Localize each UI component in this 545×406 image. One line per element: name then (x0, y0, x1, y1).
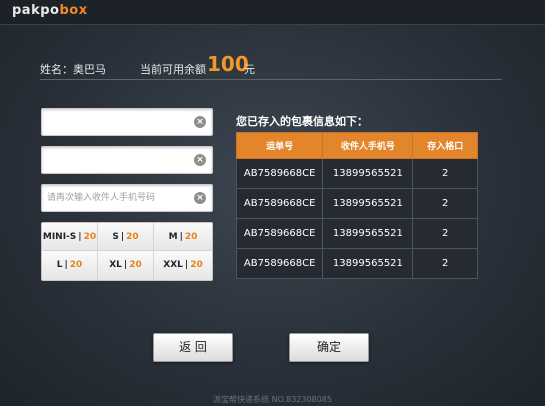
size-label: XL (109, 260, 122, 270)
tracking-number-cell: AB7589668CE (235, 218, 324, 249)
footer-text: 派宝帮快递系统 NO.832308085 (213, 395, 332, 404)
balance-value: 100 (207, 52, 249, 76)
phone-confirm-input[interactable] (47, 189, 187, 207)
locker-cell: 2 (412, 158, 478, 189)
phone-cell: 13899565521 (322, 218, 414, 249)
size-option-xxl[interactable]: XXL | 20 (154, 251, 212, 280)
tracking-number-input[interactable] (47, 113, 187, 131)
locker-cell: 2 (412, 218, 478, 249)
table-row: AB7589668CE 13899565521 2 (235, 218, 478, 249)
size-option-m[interactable]: M | 20 (154, 223, 212, 251)
top-bar: pakpobox (0, 0, 545, 25)
user-info-bar: 姓名：奥巴马 当前可用余额 100 元 (40, 52, 502, 80)
size-option-xl[interactable]: XL | 20 (98, 251, 154, 280)
locker-cell: 2 (412, 248, 478, 279)
user-name: 姓名：奥巴马 (40, 63, 106, 76)
size-label: M (168, 232, 178, 242)
logo-text-accent: box (59, 3, 88, 18)
balance-unit: 元 (244, 63, 255, 76)
table-header-row: 运单号 收件人手机号 存入格口 (235, 132, 478, 159)
size-count: 20 (184, 232, 198, 242)
size-label: S (112, 232, 119, 242)
phone-field[interactable]: × (41, 146, 213, 174)
parcel-table: 运单号 收件人手机号 存入格口 AB7589668CE 13899565521 … (235, 132, 478, 279)
phone-cell: 13899565521 (322, 188, 414, 219)
tracking-number-cell: AB7589668CE (235, 188, 324, 219)
locker-cell: 2 (412, 188, 478, 219)
size-option-mini-s[interactable]: MINI-S | 20 (42, 223, 98, 251)
size-count: 20 (190, 260, 203, 270)
logo-text: pakpo (12, 3, 60, 18)
logo: pakpobox (12, 3, 88, 18)
column-header: 运单号 (235, 132, 324, 159)
size-count: 20 (83, 232, 97, 242)
column-header: 收件人手机号 (322, 132, 414, 159)
table-row: AB7589668CE 13899565521 2 (235, 158, 478, 189)
column-header: 存入格口 (412, 132, 478, 159)
table-row: AB7589668CE 13899565521 2 (235, 248, 478, 279)
phone-confirm-field[interactable]: × (41, 184, 213, 212)
clear-icon[interactable]: × (194, 116, 206, 128)
tracking-number-cell: AB7589668CE (235, 248, 324, 279)
phone-cell: 13899565521 (322, 158, 414, 189)
size-label: L (56, 260, 63, 270)
size-count: 20 (69, 260, 83, 270)
tracking-number-cell: AB7589668CE (235, 158, 324, 189)
clear-icon[interactable]: × (194, 192, 206, 204)
back-button[interactable]: 返 回 (153, 333, 233, 362)
table-row: AB7589668CE 13899565521 2 (235, 188, 478, 219)
size-count: 20 (126, 232, 139, 242)
tracking-number-field[interactable]: × (41, 108, 213, 136)
confirm-button[interactable]: 确定 (289, 333, 369, 362)
size-label: MINI-S (42, 232, 77, 242)
size-option-l[interactable]: L | 20 (42, 251, 98, 280)
size-label: XXL (163, 260, 183, 270)
table-title: 您已存入的包裹信息如下： (236, 115, 368, 128)
clear-icon[interactable]: × (194, 154, 206, 166)
size-option-s[interactable]: S | 20 (98, 223, 154, 251)
size-selector: MINI-S | 20 S | 20 M | 20 L | 20 XL | 20 XXL | 20 (41, 222, 213, 281)
balance-label: 当前可用余额 (140, 63, 206, 76)
phone-cell: 13899565521 (322, 248, 414, 279)
size-count: 20 (129, 260, 142, 270)
phone-input[interactable] (47, 151, 187, 169)
